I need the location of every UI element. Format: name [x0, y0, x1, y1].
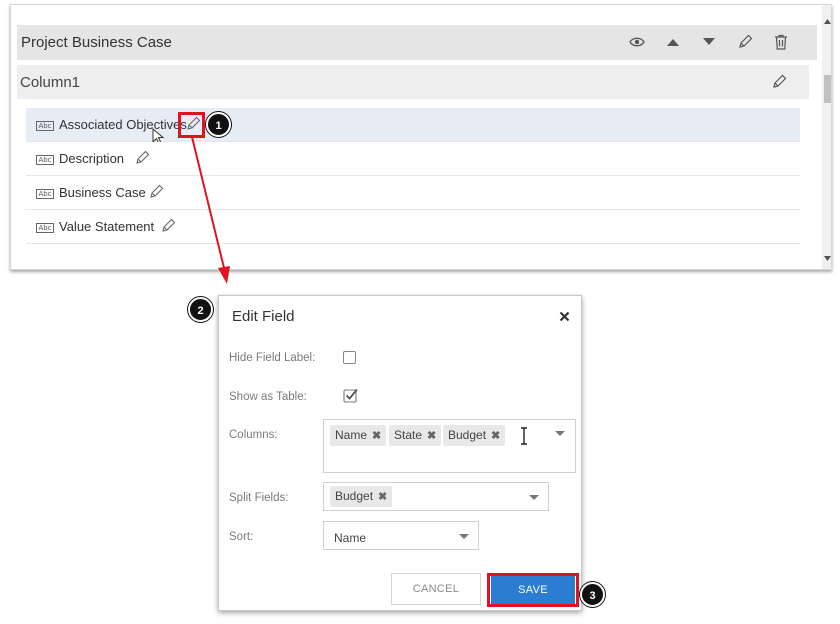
chevron-down-icon[interactable] [459, 534, 469, 539]
sort-selected-value: Name [334, 531, 367, 545]
column-chip-budget: Budget ✖ [443, 425, 506, 447]
sort-select[interactable]: Name [323, 521, 479, 550]
show-as-table-checkbox[interactable] [343, 387, 359, 403]
highlight-box-edit-icon [178, 112, 205, 138]
step-badge-1: 1 [206, 112, 231, 137]
columns-label: Columns: [229, 429, 278, 441]
remove-chip-icon[interactable]: ✖ [372, 426, 381, 447]
columns-multiselect[interactable]: Name ✖ State ✖ Budget ✖ [323, 419, 576, 473]
show-as-table-label: Show as Table: [229, 391, 307, 403]
hide-field-label-label: Hide Field Label: [229, 352, 316, 364]
step-badge-3: 3 [580, 582, 605, 607]
remove-chip-icon[interactable]: ✖ [378, 487, 387, 508]
split-fields-label: Split Fields: [229, 492, 289, 504]
text-cursor-icon [519, 427, 529, 445]
screen: Project Business Case Column1 Abc Associ… [0, 0, 840, 624]
split-chip-budget: Budget ✖ [330, 486, 393, 508]
dialog-title: Edit Field [232, 308, 295, 325]
close-icon[interactable] [556, 308, 572, 324]
highlight-box-save-button [487, 573, 579, 607]
chevron-down-icon[interactable] [529, 495, 539, 500]
split-fields-multiselect[interactable]: Budget ✖ [323, 482, 549, 511]
edit-field-dialog: Edit Field Hide Field Label: Show as Tab… [218, 295, 582, 611]
remove-chip-icon[interactable]: ✖ [491, 426, 500, 447]
remove-chip-icon[interactable]: ✖ [427, 426, 436, 447]
chevron-down-icon[interactable] [555, 431, 565, 436]
hide-field-label-checkbox[interactable] [343, 351, 356, 364]
step-badge-2: 2 [188, 297, 213, 322]
column-chip-name: Name ✖ [330, 425, 387, 447]
cancel-button[interactable]: CANCEL [391, 573, 481, 605]
column-chip-state: State ✖ [389, 425, 442, 447]
sort-label: Sort: [229, 531, 254, 543]
